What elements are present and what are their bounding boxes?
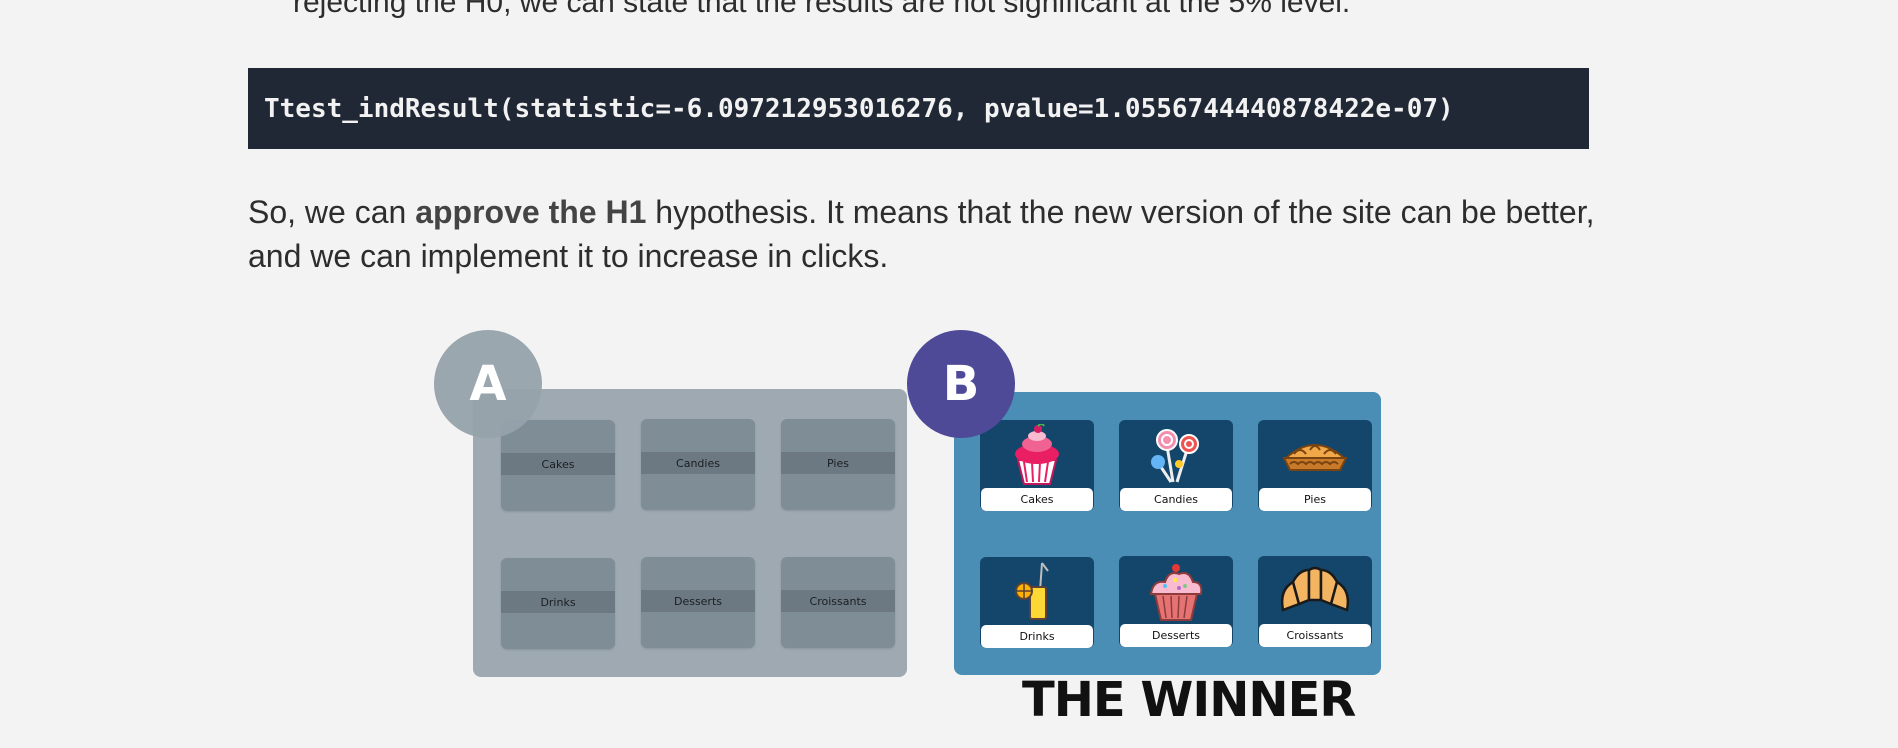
variant-a-tile-label: Candies: [641, 452, 755, 474]
variant-a-tile-label: Pies: [781, 452, 895, 474]
variant-a-badge: A: [434, 330, 542, 438]
cupcake-icon: [1015, 424, 1059, 485]
conclusion-text-start: So, we can: [248, 194, 416, 230]
muffin-icon: [1149, 564, 1203, 621]
variant-b-tile: Croissants: [1258, 556, 1372, 647]
variant-b-panel: Cakes Candies Pies Drinks Desserts Crois…: [954, 392, 1381, 675]
variant-b-tile-label: Desserts: [1120, 624, 1232, 647]
variant-b-tile-label: Drinks: [981, 625, 1093, 648]
previous-paragraph-line: rejecting the H0, we can state that the …: [293, 0, 1351, 19]
variant-b-tile-label: Croissants: [1259, 624, 1371, 647]
variant-b-badge: B: [907, 330, 1015, 438]
variant-a-tile: Cakes: [501, 420, 615, 511]
code-output-block: Ttest_indResult(statistic=-6.09721295301…: [248, 68, 1589, 149]
variant-a-tile: Croissants: [781, 557, 895, 648]
lollipops-icon: [1151, 429, 1199, 483]
ttest-result-code: Ttest_indResult(statistic=-6.09721295301…: [264, 93, 1454, 124]
variant-b-tile-label: Candies: [1120, 488, 1232, 511]
variant-b-tile: Desserts: [1119, 556, 1233, 647]
conclusion-paragraph: So, we can approve the H1 hypothesis. It…: [248, 190, 1608, 278]
variant-b-tile: Cakes: [980, 420, 1094, 511]
conclusion-bold-text: approve the H1: [415, 194, 647, 230]
variant-a-tile: Desserts: [641, 557, 755, 648]
variant-b-tile: Drinks: [980, 557, 1094, 648]
winner-caption: THE WINNER: [1022, 672, 1356, 728]
variant-b-tile: Candies: [1119, 420, 1233, 511]
variant-a-tile-label: Cakes: [501, 453, 615, 475]
variant-b-tile: Pies: [1258, 420, 1372, 511]
drink-icon: [1015, 562, 1049, 620]
variant-a-tile-label: Drinks: [501, 591, 615, 613]
variant-a-tile: Candies: [641, 419, 755, 510]
pie-icon: [1282, 444, 1348, 471]
variant-a-tile: Pies: [781, 419, 895, 510]
variant-b-tile-label: Cakes: [981, 488, 1093, 511]
variant-b-tile-label: Pies: [1259, 488, 1371, 511]
variant-a-tile-label: Croissants: [781, 590, 895, 612]
variant-a-tile-label: Desserts: [641, 590, 755, 612]
variant-a-panel: Cakes Candies Pies Drinks Desserts Crois…: [473, 389, 907, 677]
variant-a-tile: Drinks: [501, 558, 615, 649]
croissant-icon: [1280, 566, 1350, 612]
